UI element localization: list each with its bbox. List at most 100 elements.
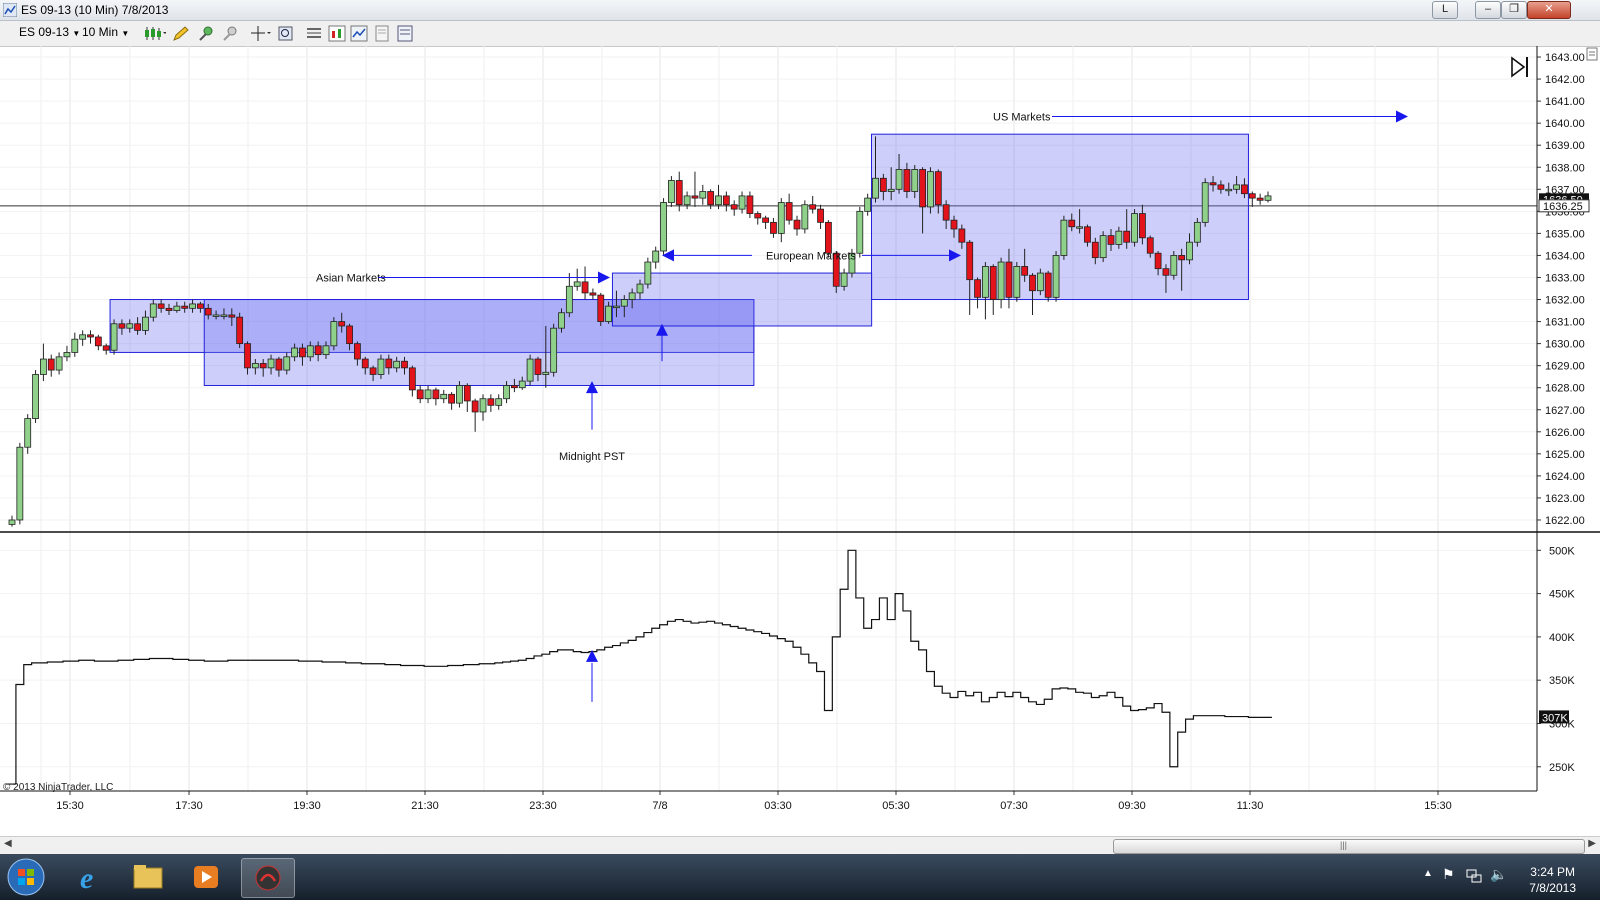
candle-body xyxy=(927,171,934,208)
candle-body xyxy=(542,371,550,375)
tray-show-hidden-icon[interactable]: ▲ xyxy=(1423,868,1433,879)
x-tick-label: 11:30 xyxy=(1237,800,1264,812)
candle-body xyxy=(730,204,738,210)
window-title-bar: ES 09-13 (10 Min) 7/8/2013 L – ❐ ✕ xyxy=(0,0,1600,21)
chart-area[interactable]: Asian Markets European Markets US Markets M… xyxy=(0,46,1600,836)
annotation-european-markets: European Markets xyxy=(766,250,856,262)
volume-tick-label: 450K xyxy=(1549,589,1575,601)
volume-series xyxy=(8,549,1272,785)
strategies-icon[interactable] xyxy=(350,25,368,42)
price-tick-label: 1628.00 xyxy=(1545,383,1585,395)
x-tick-label: 15:30 xyxy=(1424,800,1452,812)
templates-icon[interactable] xyxy=(373,25,391,42)
candle-body xyxy=(189,303,196,309)
system-clock[interactable]: 3:24 PM 7/8/2013 xyxy=(1529,864,1576,896)
candle-body xyxy=(236,316,244,345)
remove-marker-icon[interactable] xyxy=(222,25,240,42)
candle-body xyxy=(385,358,393,369)
volume-tick-label: 350K xyxy=(1549,675,1575,687)
price-tick-label: 1630.00 xyxy=(1545,339,1585,351)
candle-body xyxy=(660,202,667,252)
candle-body xyxy=(479,398,487,413)
crosshair-icon[interactable] xyxy=(250,25,272,42)
candle-body xyxy=(456,385,463,404)
internet-explorer-icon[interactable]: e xyxy=(64,858,116,896)
period-selector[interactable]: 10 Min ▼ xyxy=(82,25,129,39)
candle-body xyxy=(558,312,565,329)
clock-date: 7/8/2013 xyxy=(1529,881,1576,895)
candle-body xyxy=(463,385,471,402)
price-tick-label: 1632.00 xyxy=(1545,295,1585,307)
close-button[interactable]: ✕ xyxy=(1527,1,1571,19)
candle-body xyxy=(636,283,644,294)
candle-body xyxy=(1099,235,1107,259)
candle-body xyxy=(510,385,518,389)
candlestick-style-icon[interactable] xyxy=(144,25,166,42)
candle-body xyxy=(1186,241,1193,261)
candle-body xyxy=(1225,188,1233,192)
price-tick-label: 1626.00 xyxy=(1545,427,1585,439)
x-tick-label: 03:30 xyxy=(764,800,792,812)
scroll-right-icon[interactable]: ▶ xyxy=(1588,838,1596,849)
data-box-icon[interactable] xyxy=(396,25,414,42)
session-box xyxy=(871,133,1249,301)
candle-body xyxy=(487,398,495,406)
candle-body xyxy=(401,360,408,369)
media-player-icon[interactable] xyxy=(180,858,232,896)
price-tick-label: 1638.00 xyxy=(1545,162,1585,174)
scroll-to-end-icon[interactable] xyxy=(1511,56,1528,78)
candle-body xyxy=(1193,221,1201,243)
minimize-button[interactable]: – xyxy=(1475,1,1501,19)
candle-body xyxy=(974,279,981,298)
annotation-arrowhead xyxy=(598,271,610,284)
drawing-pencil-icon[interactable] xyxy=(172,25,190,42)
price-tick-label: 1633.00 xyxy=(1545,272,1585,284)
volume-tick-label: 500K xyxy=(1549,545,1575,557)
candle-body xyxy=(393,360,401,369)
session-box xyxy=(611,272,873,327)
candle-body xyxy=(1123,230,1131,243)
last-volume-label: 307K xyxy=(1542,712,1568,724)
volume-speaker-icon[interactable]: 🔈 xyxy=(1490,866,1507,883)
windows-start-icon[interactable] xyxy=(6,857,46,897)
price-tick-label: 1624.00 xyxy=(1545,471,1585,483)
instrument-selector[interactable]: ES 09-13 ▼ xyxy=(19,25,80,39)
scrollbar-thumb[interactable]: ||| xyxy=(1113,839,1585,854)
file-explorer-icon[interactable] xyxy=(122,858,174,896)
candle-body xyxy=(330,321,338,347)
x-tick-label: 05:30 xyxy=(882,800,910,812)
candle-body xyxy=(47,358,55,371)
volume-line xyxy=(8,549,1272,785)
candle-body xyxy=(173,305,181,311)
candle-body xyxy=(1264,195,1272,201)
indicators-icon[interactable] xyxy=(328,25,346,42)
network-icon[interactable] xyxy=(1466,868,1482,884)
candle-body xyxy=(204,307,212,316)
x-tick-label: 23:30 xyxy=(529,800,557,812)
x-tick-label: 09:30 xyxy=(1118,800,1146,812)
candle-body xyxy=(1005,261,1013,298)
scroll-left-icon[interactable]: ◀ xyxy=(4,838,12,849)
price-tick-label: 1625.00 xyxy=(1545,449,1585,461)
candle-body xyxy=(950,219,958,230)
chart-options-icon[interactable] xyxy=(1586,47,1598,61)
candle-body xyxy=(550,327,558,373)
lock-button[interactable]: L xyxy=(1432,1,1458,19)
price-tick-label: 1641.00 xyxy=(1545,96,1585,108)
candle-body xyxy=(903,169,911,192)
ninjatrader-icon[interactable] xyxy=(241,858,295,898)
candle-body xyxy=(613,305,620,309)
add-marker-icon[interactable] xyxy=(198,25,216,42)
candle-body xyxy=(581,281,589,294)
candle-body xyxy=(801,204,809,230)
maximize-button[interactable]: ❐ xyxy=(1501,1,1527,19)
action-center-flag-icon[interactable]: ⚑ xyxy=(1442,866,1455,883)
candle-body xyxy=(212,314,220,317)
candle-body xyxy=(1241,184,1248,195)
candle-body xyxy=(958,228,966,243)
candle-body xyxy=(934,171,942,206)
candle-body xyxy=(777,202,785,234)
horizontal-scrollbar[interactable]: ◀ ||| ▶ xyxy=(0,836,1600,855)
zoom-icon[interactable] xyxy=(277,25,295,42)
properties-icon[interactable] xyxy=(305,25,323,42)
